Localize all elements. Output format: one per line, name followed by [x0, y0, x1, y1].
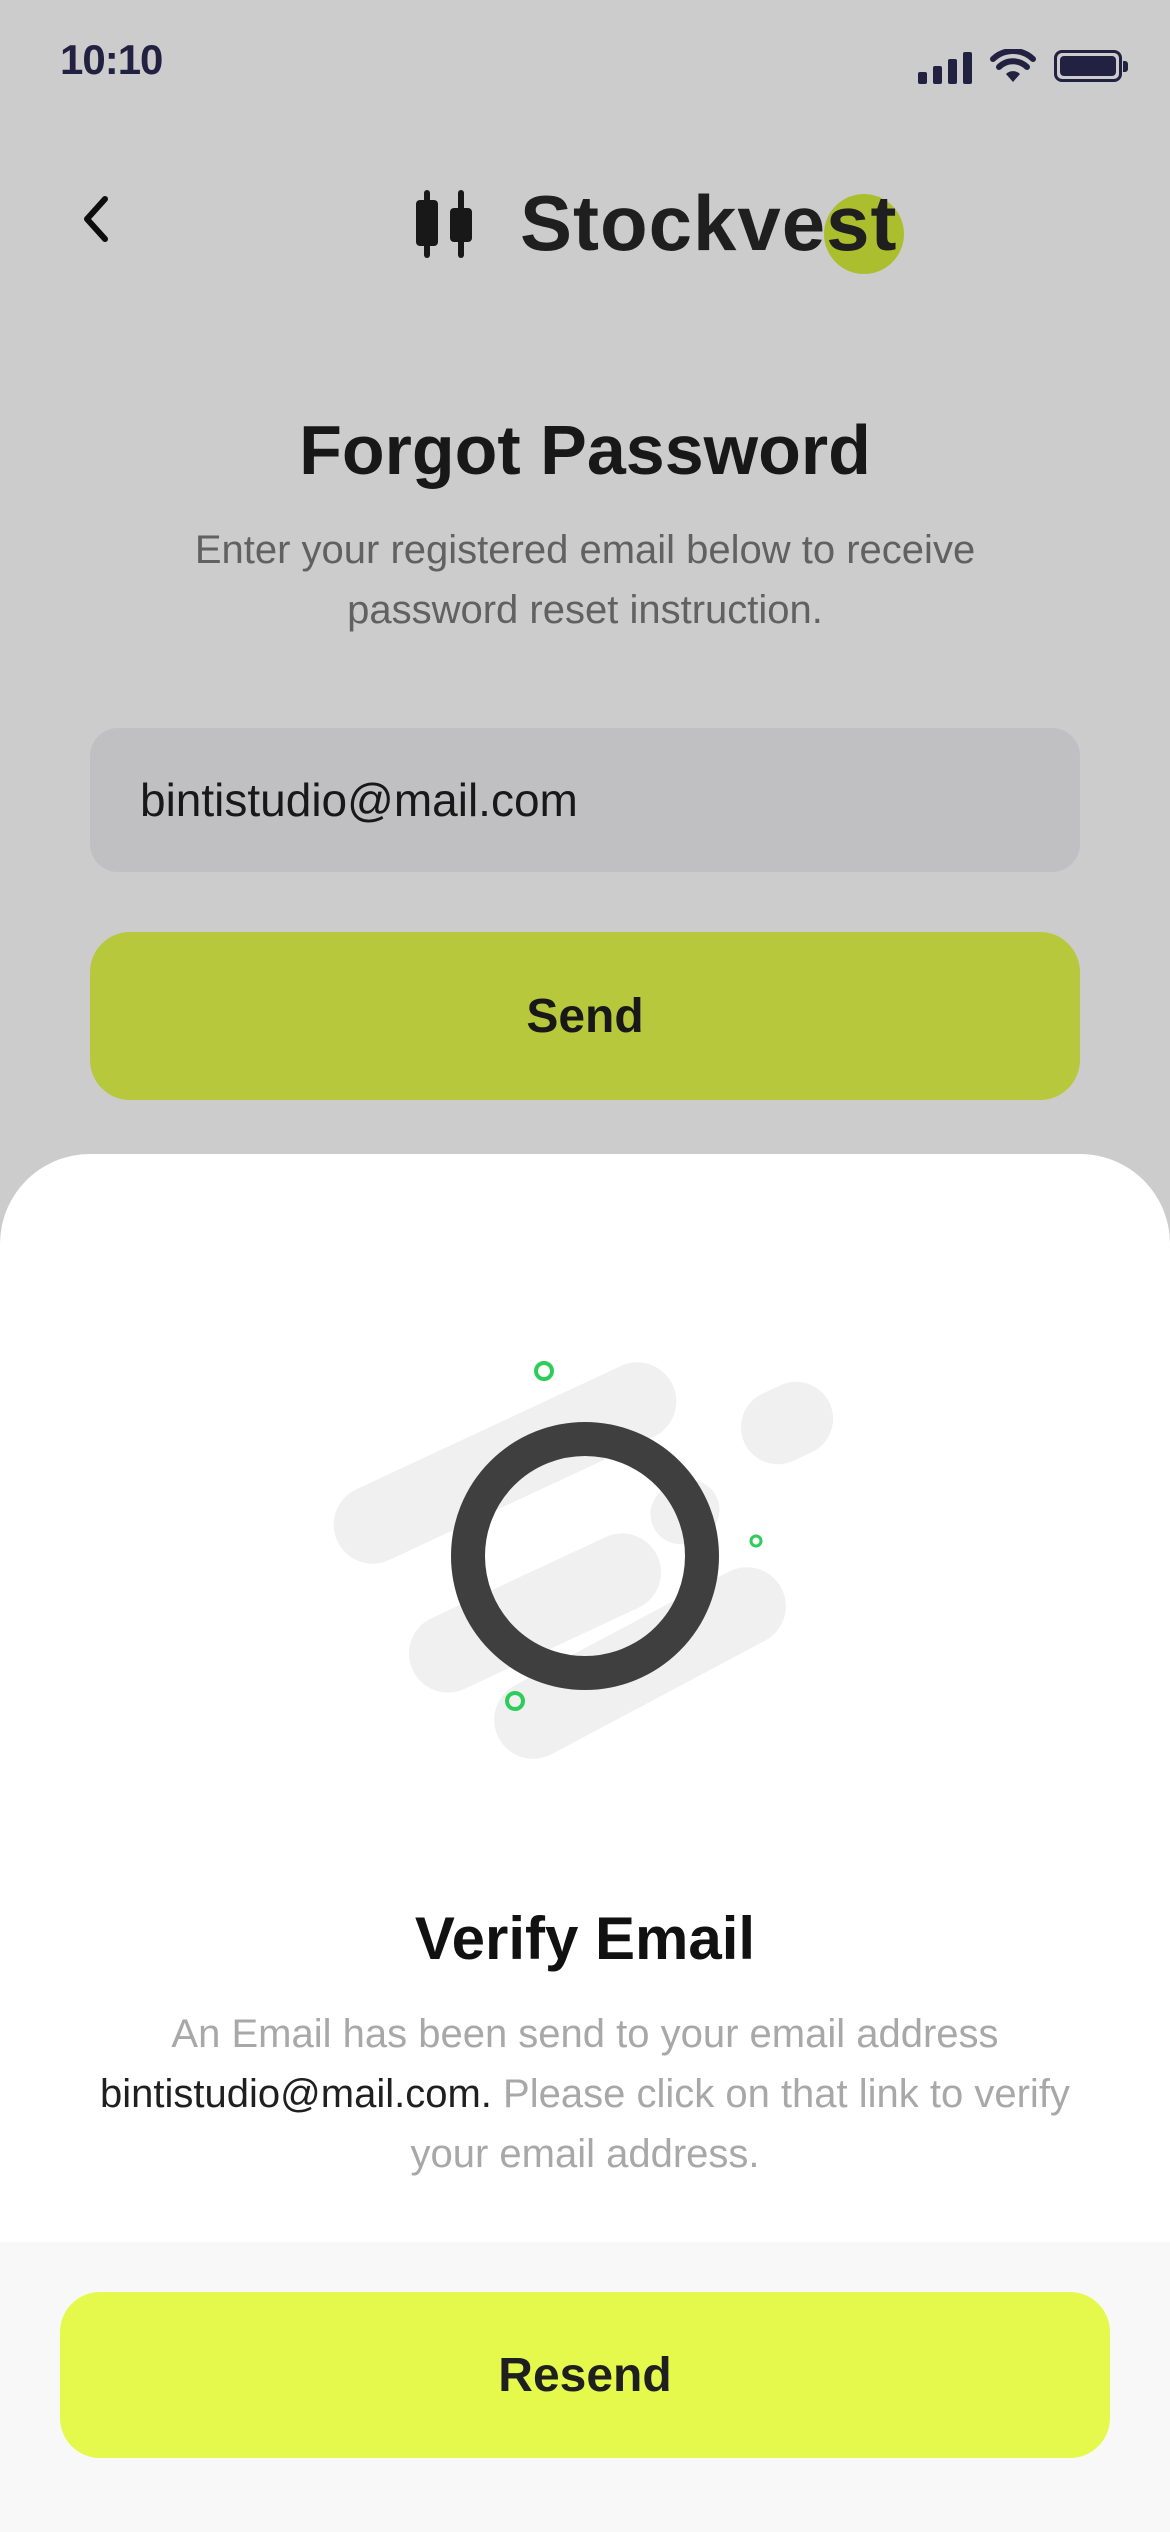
verify-message-suffix: Please click on that link to verify your… [410, 2072, 1070, 2176]
email-sent-illustration [333, 1361, 834, 1759]
verify-email-sheet: Verify Email An Email has been send to y… [0, 1154, 1170, 2532]
verify-message-email: bintistudio@mail.com. [100, 2072, 492, 2116]
resend-button[interactable]: Resend [60, 2292, 1110, 2458]
sheet-footer: Resend [0, 2242, 1170, 2532]
logo-text: Stockvest [520, 178, 904, 274]
verify-title: Verify Email [414, 1905, 756, 1972]
verify-message: An Email has been send to your email add… [60, 2004, 1110, 2184]
verify-message-prefix: An Email has been send to your email add… [171, 2012, 999, 2056]
